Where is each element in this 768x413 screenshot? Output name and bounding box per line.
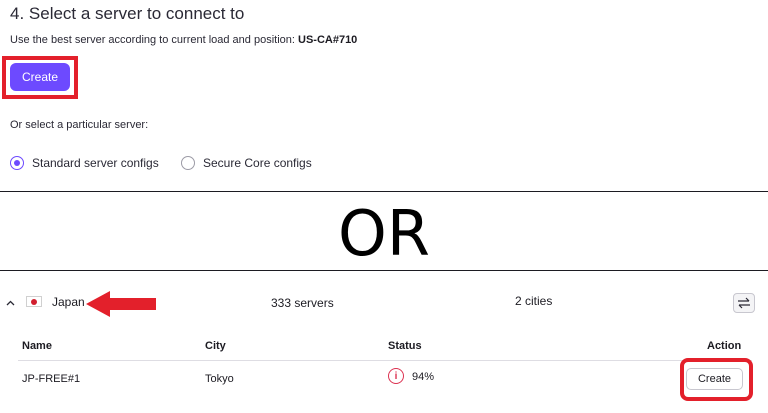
radio-unchecked-icon[interactable] xyxy=(181,156,195,170)
best-server-name: US-CA#710 xyxy=(298,34,358,46)
best-server-description: Use the best server according to current… xyxy=(10,34,295,46)
server-load: 94% xyxy=(412,371,435,383)
or-select-text: Or select a particular server: xyxy=(10,119,149,131)
chevron-up-icon[interactable] xyxy=(6,297,15,309)
radio-checked-icon[interactable] xyxy=(10,156,24,170)
load-status-icon: i xyxy=(388,368,404,384)
or-divider-text: OR xyxy=(338,197,430,270)
japan-flag-icon xyxy=(26,296,42,307)
red-arrow-annotation-icon xyxy=(86,291,156,317)
server-count: 333 servers xyxy=(271,296,334,310)
radio-secure-core-configs[interactable]: Secure Core configs xyxy=(181,156,312,170)
create-best-server-button[interactable]: Create xyxy=(10,63,70,91)
city-count: 2 cities xyxy=(515,294,553,308)
divider-bottom xyxy=(0,270,768,271)
radio-standard-label: Standard server configs xyxy=(32,156,159,170)
column-header-name: Name xyxy=(22,340,52,352)
divider-top xyxy=(0,191,768,192)
create-server-config-button[interactable]: Create xyxy=(686,368,743,390)
column-header-status: Status xyxy=(388,340,422,352)
best-server-text: Use the best server according to current… xyxy=(10,34,357,46)
radio-secure-core-label: Secure Core configs xyxy=(203,156,312,170)
column-header-city: City xyxy=(205,340,226,352)
server-name: JP-FREE#1 xyxy=(22,373,81,385)
server-city: Tokyo xyxy=(205,373,234,385)
radio-standard-configs[interactable]: Standard server configs xyxy=(10,156,159,170)
swap-arrows-icon[interactable] xyxy=(733,293,755,313)
column-header-action: Action xyxy=(707,340,742,352)
step-title: 4. Select a server to connect to xyxy=(10,4,245,23)
table-header-divider xyxy=(18,360,752,361)
country-name: Japan xyxy=(52,295,85,309)
